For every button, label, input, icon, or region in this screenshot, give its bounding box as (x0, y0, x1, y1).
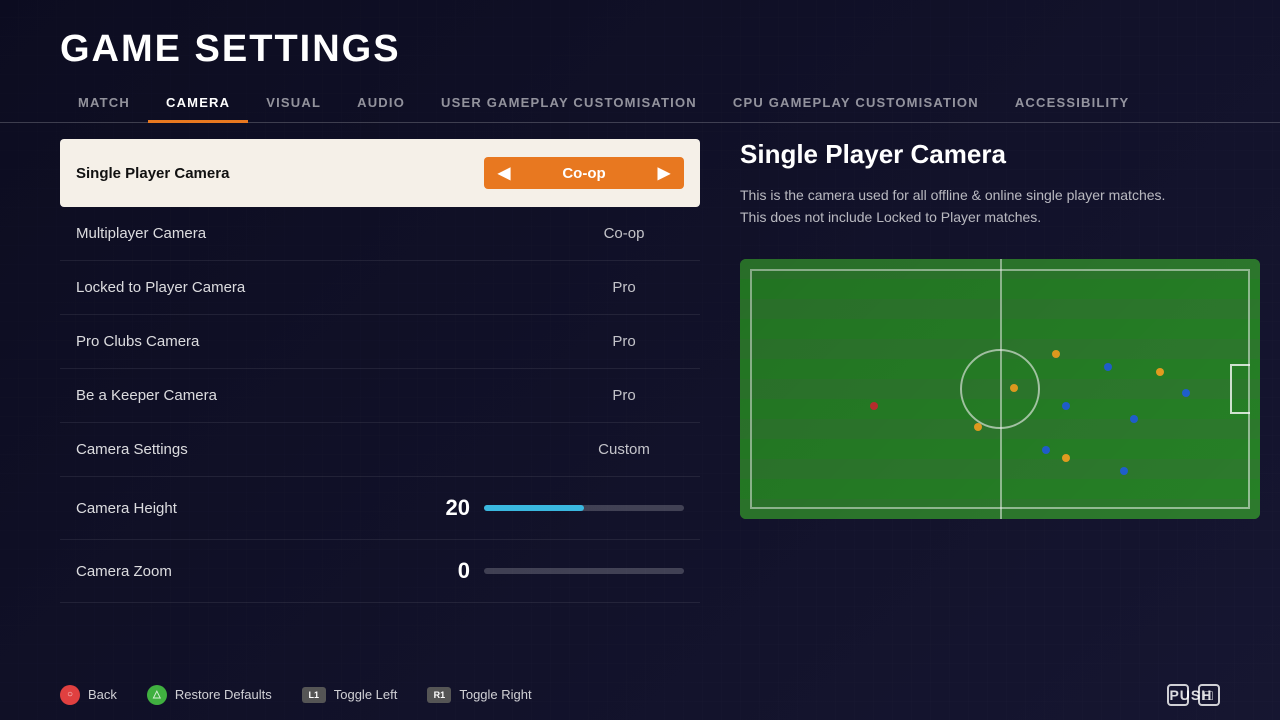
setting-camera-settings[interactable]: Camera Settings Custom (60, 423, 700, 477)
tab-accessibility[interactable]: ACCESSIBILITY (997, 85, 1148, 122)
setting-locked-to-player-camera[interactable]: Locked to Player Camera Pro (60, 261, 700, 315)
setting-value-camera-zoom: 0 (430, 558, 470, 584)
tab-visual[interactable]: VISUAL (248, 85, 339, 122)
tab-user-gameplay[interactable]: USER GAMEPLAY CUSTOMISATION (423, 85, 715, 122)
setting-value-single-player-camera: Co-op (524, 165, 644, 182)
footer-toggle-left-label: Toggle Left (334, 687, 398, 702)
r1-button-icon: R1 (427, 687, 451, 703)
tab-cpu-gameplay[interactable]: CPU GAMEPLAY CUSTOMISATION (715, 85, 997, 122)
info-description: This is the camera used for all offline … (740, 184, 1220, 229)
footer-toggle-right-label: Toggle Right (459, 687, 531, 702)
setting-single-player-camera[interactable]: Single Player Camera ◀ Co-op ▶ (60, 139, 700, 207)
info-panel: Single Player Camera This is the camera … (730, 139, 1260, 669)
page-title: GAME SETTINGS (60, 28, 1220, 71)
setting-be-a-keeper-camera[interactable]: Be a Keeper Camera Pro (60, 369, 700, 423)
info-title: Single Player Camera (740, 139, 1260, 170)
setting-label-locked-to-player-camera: Locked to Player Camera (76, 279, 564, 296)
main-content: Single Player Camera ◀ Co-op ▶ Multiplay… (0, 123, 1280, 669)
setting-label-be-a-keeper-camera: Be a Keeper Camera (76, 387, 564, 404)
setting-camera-height[interactable]: Camera Height 20 (60, 477, 700, 540)
tab-match[interactable]: MATCH (60, 85, 148, 122)
header: GAME SETTINGS (0, 0, 1280, 71)
pitch-overlay (740, 259, 1260, 519)
push-logo: PUSH □ (1165, 683, 1220, 706)
arrow-right-icon[interactable]: ▶ (658, 163, 670, 183)
circle-button-icon: ○ (60, 685, 80, 705)
setting-label-camera-settings: Camera Settings (76, 441, 564, 458)
tab-audio[interactable]: AUDIO (339, 85, 423, 122)
setting-value-camera-settings: Custom (564, 441, 684, 458)
setting-pro-clubs-camera[interactable]: Pro Clubs Camera Pro (60, 315, 700, 369)
footer-action-toggle-left[interactable]: L1 Toggle Left (302, 687, 398, 703)
footer-action-toggle-right[interactable]: R1 Toggle Right (427, 687, 531, 703)
settings-panel: Single Player Camera ◀ Co-op ▶ Multiplay… (60, 139, 700, 669)
setting-value-multiplayer-camera: Co-op (564, 225, 684, 242)
push-logo-text: PUSH (1167, 684, 1189, 706)
l1-button-icon: L1 (302, 687, 326, 703)
camera-height-slider-fill (484, 505, 584, 511)
setting-label-pro-clubs-camera: Pro Clubs Camera (76, 333, 564, 350)
setting-value-pro-clubs-camera: Pro (564, 333, 684, 350)
setting-value-wrapper-single-player-camera: ◀ Co-op ▶ (484, 157, 684, 189)
setting-camera-zoom[interactable]: Camera Zoom 0 (60, 540, 700, 603)
pitch-background (740, 259, 1260, 519)
setting-value-locked-to-player-camera: Pro (564, 279, 684, 296)
arrow-left-icon[interactable]: ◀ (498, 163, 510, 183)
setting-value-be-a-keeper-camera: Pro (564, 387, 684, 404)
push-logo-square: □ (1198, 684, 1220, 706)
camera-height-slider-track[interactable] (484, 505, 684, 511)
footer-back-label: Back (88, 687, 117, 702)
tab-bar: MATCH CAMERA VISUAL AUDIO USER GAMEPLAY … (0, 85, 1280, 123)
triangle-button-icon: △ (147, 685, 167, 705)
game-settings-page: GAME SETTINGS MATCH CAMERA VISUAL AUDIO … (0, 0, 1280, 720)
setting-value-camera-height: 20 (430, 495, 470, 521)
camera-zoom-slider-track[interactable] (484, 568, 684, 574)
footer-action-back[interactable]: ○ Back (60, 685, 117, 705)
footer-action-restore-defaults[interactable]: △ Restore Defaults (147, 685, 272, 705)
footer-restore-label: Restore Defaults (175, 687, 272, 702)
setting-label-single-player-camera: Single Player Camera (76, 165, 484, 182)
setting-label-camera-zoom: Camera Zoom (76, 563, 430, 580)
footer: ○ Back △ Restore Defaults L1 Toggle Left… (0, 669, 1280, 720)
tab-camera[interactable]: CAMERA (148, 85, 248, 122)
setting-multiplayer-camera[interactable]: Multiplayer Camera Co-op (60, 207, 700, 261)
camera-preview (740, 259, 1260, 519)
setting-label-camera-height: Camera Height (76, 500, 430, 517)
setting-label-multiplayer-camera: Multiplayer Camera (76, 225, 564, 242)
